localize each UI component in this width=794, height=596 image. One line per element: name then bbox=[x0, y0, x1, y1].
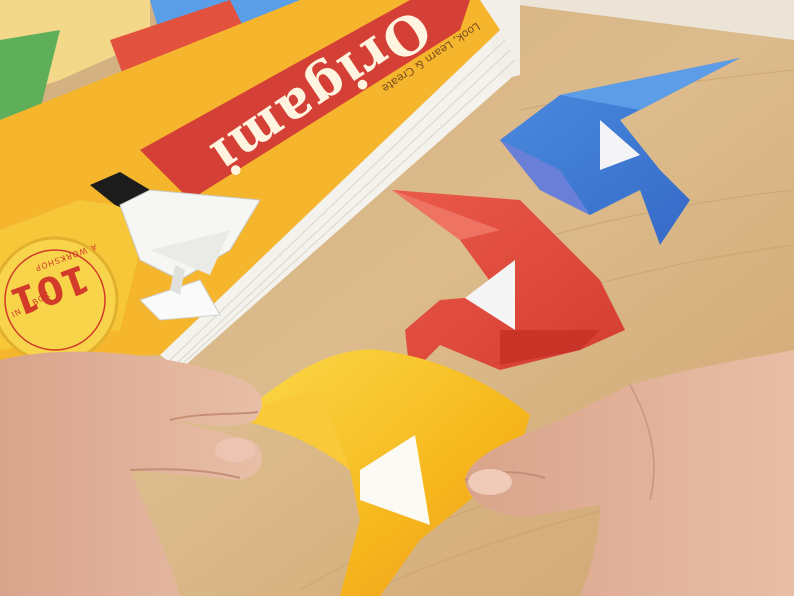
photo-scene: Origami Look, Learn & Create A WORKSHOP … bbox=[0, 0, 794, 596]
photo bbox=[0, 0, 794, 596]
